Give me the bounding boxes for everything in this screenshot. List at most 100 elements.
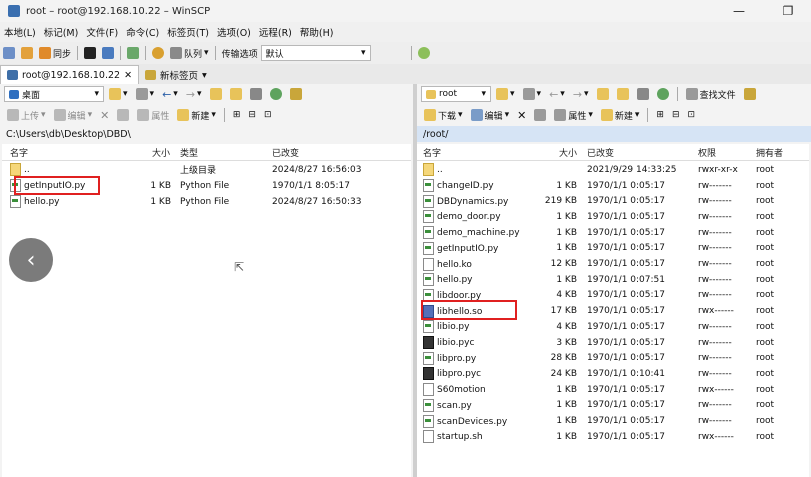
table-row[interactable]: .. 2021/9/29 14:33:25 rwxr-xr-x root: [417, 162, 809, 178]
delete-button[interactable]: ✕: [514, 106, 529, 124]
refresh-local-button[interactable]: [267, 85, 285, 103]
table-row[interactable]: scan.py 1 KB 1970/1/1 0:05:17 rw------- root: [417, 398, 809, 414]
new-button[interactable]: 新建 ▾: [598, 106, 643, 124]
col-rights[interactable]: 权限: [698, 146, 716, 159]
edit-button[interactable]: 编辑 ▾: [468, 106, 513, 124]
table-row[interactable]: scanDevices.py 1 KB 1970/1/1 0:05:17 rw----…: [417, 413, 809, 429]
remote-file-list[interactable]: 名字 大小 已改变 权限 拥有者 .. 2021/9/29 14:33:25 rwx…: [417, 144, 809, 477]
table-row[interactable]: demo_door.py 1 KB 1970/1/1 0:05:17 rw------…: [417, 209, 809, 225]
main-toolbar: 同步 队列 ▾ 传输选项 默认 ▾: [0, 42, 811, 65]
console-button[interactable]: [81, 44, 99, 62]
table-row[interactable]: libio.py 4 KB 1970/1/1 0:05:17 rw------- roo…: [417, 319, 809, 335]
download-button[interactable]: 下载 ▾: [421, 106, 466, 124]
table-row[interactable]: hello.py 1 KB 1970/1/1 0:07:51 rw------- roo…: [417, 272, 809, 288]
table-row[interactable]: libpro.py 28 KB 1970/1/1 0:05:17 rw------- r…: [417, 350, 809, 366]
edit-button[interactable]: 编辑 ▾: [51, 106, 96, 124]
file-icon: [423, 383, 434, 397]
col-changed[interactable]: 已改变: [272, 146, 299, 159]
rename-button[interactable]: [114, 106, 132, 124]
preferences-button[interactable]: [149, 44, 167, 62]
table-row[interactable]: getInputIO.py 1 KB 1970/1/1 0:05:17 rw-----…: [417, 241, 809, 257]
open-folder-button[interactable]: ▾: [493, 85, 518, 103]
col-name[interactable]: 名字: [10, 146, 28, 159]
select-all-button[interactable]: ⊞: [653, 106, 667, 124]
tree-button[interactable]: [287, 85, 305, 103]
back-button[interactable]: ← ▾: [159, 85, 181, 103]
new-session-button[interactable]: [0, 44, 18, 62]
table-row[interactable]: hello.ko 12 KB 1970/1/1 0:05:17 rw------- ro…: [417, 256, 809, 272]
unselect-button[interactable]: ⊟: [245, 106, 259, 124]
root-dir-button[interactable]: [227, 85, 245, 103]
compare-button[interactable]: [18, 44, 36, 62]
properties-button[interactable]: 属性 ▾: [551, 106, 596, 124]
select-all-button[interactable]: ⊞: [230, 106, 244, 124]
file-owner: root: [756, 306, 775, 317]
menu-local[interactable]: 本地(L): [0, 25, 40, 39]
rename-button[interactable]: [531, 106, 549, 124]
forward-button[interactable]: → ▾: [570, 85, 592, 103]
table-row[interactable]: startup.sh 1 KB 1970/1/1 0:05:17 rwx------ r…: [417, 429, 809, 445]
menu-help[interactable]: 帮助(H): [296, 25, 338, 39]
transfer-settings-button[interactable]: [415, 44, 433, 62]
edit-icon: [53, 109, 66, 121]
queue-button[interactable]: 队列 ▾: [167, 44, 212, 62]
open-folder-button[interactable]: ▾: [106, 85, 131, 103]
col-size[interactable]: 大小: [559, 146, 577, 159]
menu-mark[interactable]: 标记(M): [40, 25, 83, 39]
table-row[interactable]: DBDynamics.py 219 KB 1970/1/1 0:05:17 rw---…: [417, 193, 809, 209]
remote-location-select[interactable]: root ▾: [421, 86, 491, 102]
filter-button[interactable]: ▾: [520, 85, 545, 103]
tab-new[interactable]: 新标签页 ▾: [139, 66, 213, 84]
properties-button[interactable]: 属性: [134, 106, 172, 124]
file-name: scanDevices.py: [437, 416, 508, 427]
sync-button[interactable]: 同步: [36, 44, 74, 62]
parent-dir-button[interactable]: [207, 85, 225, 103]
tab-session[interactable]: root@192.168.10.22 ✕: [0, 65, 140, 84]
table-row[interactable]: changeID.py 1 KB 1970/1/1 0:05:17 rw-------…: [417, 178, 809, 194]
col-name[interactable]: 名字: [423, 146, 441, 159]
close-icon[interactable]: ✕: [124, 70, 132, 81]
menu-options[interactable]: 选项(O): [213, 25, 255, 39]
local-location-select[interactable]: 桌面 ▾: [4, 86, 104, 102]
upload-button[interactable]: 上传 ▾: [4, 106, 49, 124]
menu-commands[interactable]: 命令(C): [122, 25, 163, 39]
back-overlay-button[interactable]: ‹: [9, 238, 53, 282]
tree-button[interactable]: [741, 85, 759, 103]
local-file-list[interactable]: 名字 大小 类型 已改变 .. 上级目录 2024/8/27 16:56:03 …: [2, 144, 411, 477]
filter-button[interactable]: ▾: [133, 85, 158, 103]
restore-button[interactable]: ❐: [765, 0, 811, 22]
table-row[interactable]: libio.pyc 3 KB 1970/1/1 0:05:17 rw------- ro…: [417, 335, 809, 351]
table-row[interactable]: hello.py 1 KB Python File 2024/8/27 16:5…: [2, 194, 411, 210]
filter-select-button[interactable]: ⊡: [685, 106, 699, 124]
forward-button[interactable]: → ▾: [183, 85, 205, 103]
col-size[interactable]: 大小: [152, 146, 170, 159]
col-changed[interactable]: 已改变: [587, 146, 614, 159]
file-name: hello.py: [24, 197, 60, 208]
delete-button[interactable]: ✕: [97, 106, 112, 124]
minimize-button[interactable]: —: [716, 0, 762, 22]
back-button[interactable]: ← ▾: [546, 85, 568, 103]
transfer-options-select[interactable]: 默认 ▾: [260, 45, 371, 61]
home-button[interactable]: [634, 85, 652, 103]
parent-dir-button[interactable]: [594, 85, 612, 103]
filter-select-button[interactable]: ⊡: [261, 106, 275, 124]
home-button[interactable]: [247, 85, 265, 103]
col-type[interactable]: 类型: [180, 146, 198, 159]
table-row[interactable]: demo_machine.py 1 KB 1970/1/1 0:05:17 rw---…: [417, 225, 809, 241]
menu-files[interactable]: 文件(F): [82, 25, 122, 39]
putty-button[interactable]: [99, 44, 117, 62]
local-path: C:\Users\db\Desktop\DBD\: [6, 128, 131, 140]
find-files-button[interactable]: 查找文件: [683, 85, 739, 103]
menu-tabs[interactable]: 标签页(T): [163, 25, 213, 39]
table-row[interactable]: libpro.pyc 24 KB 1970/1/1 0:10:41 rw-------…: [417, 366, 809, 382]
col-owner[interactable]: 拥有者: [756, 146, 783, 159]
unselect-button[interactable]: ⊟: [669, 106, 683, 124]
root-dir-button[interactable]: [614, 85, 632, 103]
file-size: 1 KB: [556, 400, 577, 411]
menu-remote[interactable]: 远程(R): [255, 25, 296, 39]
new-button[interactable]: 新建 ▾: [174, 106, 219, 124]
refresh-remote-button[interactable]: [654, 85, 672, 103]
table-row[interactable]: S60motion 1 KB 1970/1/1 0:05:17 rwx------ ro…: [417, 382, 809, 398]
refresh-button[interactable]: [124, 44, 142, 62]
menu-bar: 本地(L) 标记(M) 文件(F) 命令(C) 标签页(T) 选项(O) 远程(…: [0, 22, 811, 42]
